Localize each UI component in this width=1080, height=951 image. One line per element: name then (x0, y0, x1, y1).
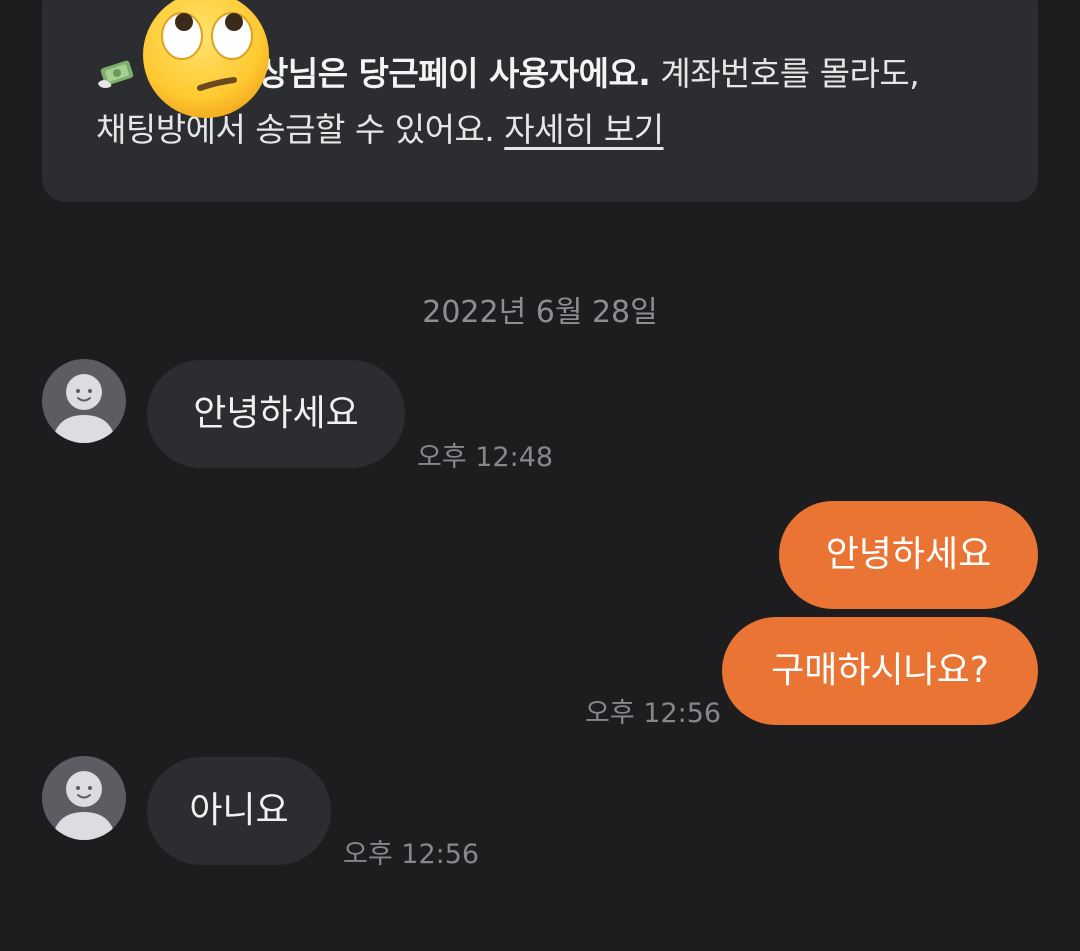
pay-notice-line1: 계좌번호를 몰라도, (650, 54, 920, 93)
message-bubble-outgoing[interactable]: 구매하시나요? (722, 617, 1038, 725)
message-time: 오후 12:56 (585, 698, 722, 729)
pay-user-headline: 상님은 당근페이 사용자에요. (258, 54, 651, 93)
message-time: 오후 12:48 (417, 442, 554, 473)
learn-more-link[interactable]: 자세히 보기 (504, 110, 664, 149)
message-bubble-incoming[interactable]: 안녕하세요 (147, 360, 405, 468)
date-divider: 2022년 6월 28일 (422, 295, 658, 330)
face-with-rolling-eyes-emoji (143, 0, 269, 118)
default-profile-icon (52, 771, 116, 840)
message-time: 오후 12:56 (343, 839, 480, 870)
sender-avatar[interactable] (42, 359, 126, 443)
sender-avatar[interactable] (42, 756, 126, 840)
message-bubble-outgoing[interactable]: 안녕하세요 (779, 501, 1038, 609)
message-bubble-incoming[interactable]: 아니요 (147, 757, 331, 865)
money-bag-icon (98, 60, 134, 88)
default-profile-icon (52, 374, 116, 443)
